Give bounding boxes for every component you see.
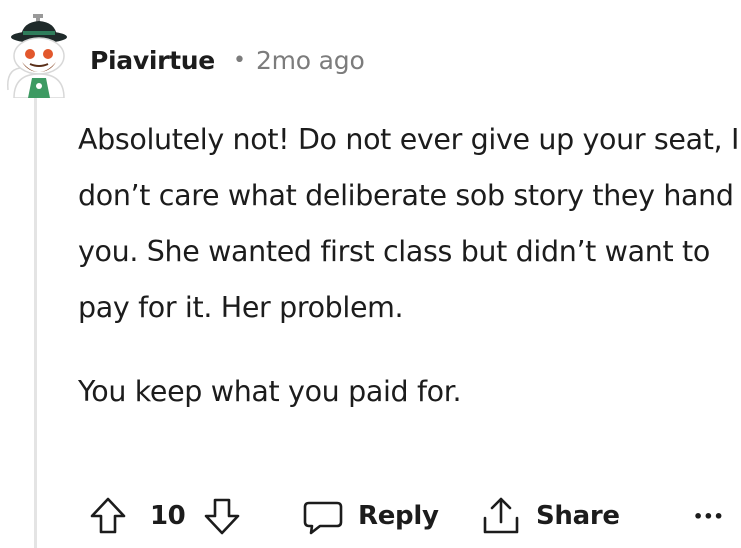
- speech-bubble-icon: [303, 501, 343, 535]
- comment-timestamp[interactable]: 2mo ago: [256, 46, 365, 75]
- upvote-button[interactable]: [88, 492, 128, 540]
- comment-paragraph: Absolutely not! Do not ever give up your…: [78, 123, 740, 324]
- share-button[interactable]: Share: [480, 492, 620, 540]
- vote-count-text: 10: [150, 501, 186, 531]
- downvote-arrow-icon: [204, 498, 240, 535]
- reply-label: Reply: [358, 501, 439, 531]
- more-options-icon: •••: [693, 506, 724, 526]
- thread-line[interactable]: [34, 92, 37, 548]
- author-username[interactable]: Piavirtue: [90, 46, 215, 75]
- more-options-button[interactable]: •••: [693, 492, 724, 540]
- upvote-arrow-icon: [90, 497, 126, 534]
- share-icon: [483, 497, 519, 534]
- snoo-avatar-icon[interactable]: [0, 12, 80, 99]
- comment: Piavirtue • 2mo ago Absolutely not! Do n…: [0, 0, 741, 548]
- vote-count: 10: [150, 492, 186, 540]
- share-label: Share: [536, 501, 620, 531]
- comment-header: Piavirtue • 2mo ago: [90, 40, 365, 80]
- comment-body: Absolutely not! Do not ever give up your…: [78, 112, 741, 420]
- meta-separator: •: [232, 47, 246, 73]
- comment-paragraph: You keep what you paid for.: [78, 375, 462, 408]
- downvote-button[interactable]: [202, 492, 242, 540]
- reply-button[interactable]: Reply: [302, 492, 439, 540]
- comment-action-bar: 10 Reply Share •••: [88, 492, 738, 540]
